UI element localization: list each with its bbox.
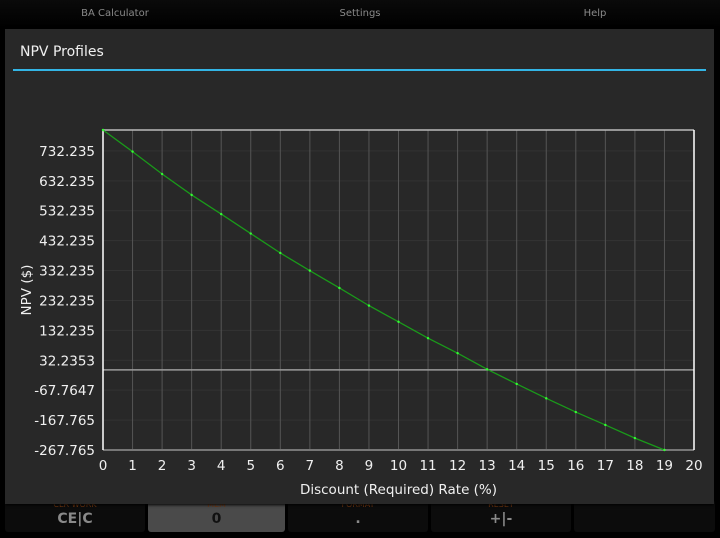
blank-key[interactable] <box>574 500 715 532</box>
key-label: . <box>355 511 361 527</box>
npv-data-point <box>249 232 252 235</box>
y-tick-label: 432.235 <box>39 234 95 250</box>
y-tick-label: 632.235 <box>39 174 95 190</box>
x-tick-label: 10 <box>390 458 407 474</box>
npv-series-line <box>102 129 665 451</box>
y-tick-label: -67.7647 <box>34 383 95 399</box>
npv-data-point <box>545 397 548 400</box>
x-tick-label: 2 <box>158 458 167 474</box>
x-tick-label: 16 <box>567 458 584 474</box>
y-tick-label: 732.235 <box>39 144 95 160</box>
key-label: 0 <box>211 511 222 527</box>
npv-data-point <box>279 251 282 255</box>
y-axis-title: NPV ($) <box>19 265 35 316</box>
x-tick-label: 19 <box>656 458 673 474</box>
tab-help[interactable]: Help <box>584 8 607 19</box>
key-label: CE|C <box>57 511 93 527</box>
tab-ba-calculator[interactable]: BA Calculator <box>81 8 149 19</box>
npv-data-point <box>456 351 459 355</box>
decimal-key[interactable]: FORMAT . <box>288 500 428 532</box>
npv-data-point <box>131 150 134 153</box>
npv-data-point <box>397 320 400 323</box>
zero-key[interactable]: MEM 0 <box>148 500 285 532</box>
x-tick-label: 15 <box>538 458 555 474</box>
npv-data-point <box>485 368 489 371</box>
x-axis-title: Discount (Required) Rate (%) <box>300 482 497 498</box>
x-tick-label: 12 <box>449 458 466 474</box>
sign-key[interactable]: RESET +|- <box>431 500 571 532</box>
x-tick-label: 3 <box>187 458 196 474</box>
npv-chart: -267.765-167.765-67.764732.2353132.23523… <box>19 128 703 498</box>
npv-data-point <box>663 448 666 452</box>
y-tick-label: -167.765 <box>34 413 95 429</box>
x-tick-label: 17 <box>597 458 614 474</box>
npv-data-point <box>220 212 223 216</box>
y-tick-label: 32.2353 <box>39 353 95 369</box>
npv-data-point <box>190 193 193 197</box>
top-menu-bar: BA Calculator Settings Help <box>0 0 720 28</box>
y-tick-label: 332.235 <box>39 264 95 280</box>
y-tick-label: 132.235 <box>39 323 95 339</box>
x-tick-label: 9 <box>365 458 374 474</box>
x-tick-label: 5 <box>246 458 255 474</box>
npv-data-point <box>515 382 518 386</box>
npv-data-point <box>367 304 371 307</box>
x-tick-label: 4 <box>217 458 226 474</box>
x-tick-label: 8 <box>335 458 344 474</box>
calculator-keypad-row: CLR WORK CE|C MEM 0 FORMAT . RESET +|- <box>0 500 720 538</box>
ce-c-key[interactable]: CLR WORK CE|C <box>5 500 145 532</box>
x-tick-label: 0 <box>99 458 108 474</box>
x-tick-label: 20 <box>685 458 702 474</box>
npv-data-point <box>604 423 607 427</box>
npv-data-point <box>633 436 637 440</box>
npv-data-point <box>574 410 577 414</box>
y-tick-label: -267.765 <box>34 443 95 459</box>
npv-profiles-dialog: NPV Profiles -267.765 -167.765 -67.7647 32.… <box>5 29 714 504</box>
npv-data-point <box>338 286 341 290</box>
x-tick-label: 7 <box>306 458 315 474</box>
x-tick-label: 1 <box>128 458 137 474</box>
key-label: +|- <box>489 511 513 527</box>
y-tick-label: 232.235 <box>39 293 95 309</box>
x-tick-label: 6 <box>276 458 285 474</box>
y-tick-label: 532.235 <box>39 204 95 220</box>
tab-settings[interactable]: Settings <box>339 8 380 19</box>
x-tick-label: 13 <box>479 458 496 474</box>
npv-data-point <box>308 269 312 272</box>
x-tick-label: 14 <box>508 458 525 474</box>
npv-data-point <box>160 172 164 176</box>
x-tick-label: 11 <box>419 458 436 474</box>
npv-data-point <box>426 337 430 340</box>
npv-data-point <box>101 128 105 132</box>
x-tick-label: 18 <box>626 458 643 474</box>
